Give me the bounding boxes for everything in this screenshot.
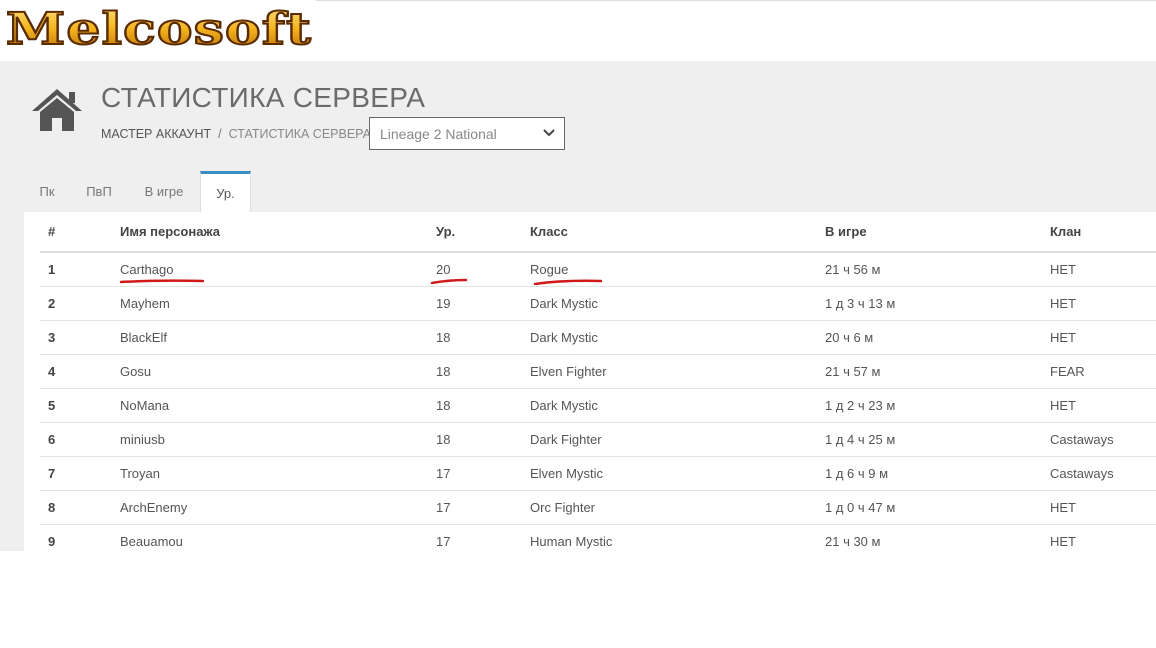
- cell-class: Dark Mystic: [530, 320, 825, 355]
- column-header-class[interactable]: Класс: [530, 212, 825, 253]
- cell-level: 18: [436, 422, 530, 457]
- table-row: 6 miniusb 18 Dark Fighter 1 д 4 ч 25 м C…: [40, 422, 1156, 457]
- tab-online[interactable]: В игре: [132, 171, 196, 212]
- cell-class: Dark Mystic: [530, 388, 825, 423]
- cell-level: 19: [436, 286, 530, 321]
- cell-online: 21 ч 57 м: [825, 354, 1050, 389]
- cell-clan: Castaways: [1050, 422, 1156, 457]
- cell-level: 17: [436, 524, 530, 551]
- cell-online: 20 ч 6 м: [825, 320, 1050, 355]
- cell-level: 18: [436, 354, 530, 389]
- header-divider: [316, 0, 1156, 1]
- cell-name: miniusb: [120, 422, 436, 457]
- cell-clan: НЕТ: [1050, 388, 1156, 423]
- table-row: 2 Mayhem 19 Dark Mystic 1 д 3 ч 13 м НЕТ: [40, 286, 1156, 321]
- annotation-underline-class: [533, 279, 603, 285]
- column-header-name[interactable]: Имя персонажа: [120, 212, 436, 253]
- cell-rank: 1: [40, 252, 120, 287]
- cell-level: 17: [436, 456, 530, 491]
- chevron-down-icon: [543, 129, 555, 137]
- page-title: СТАТИСТИКА СЕРВЕРА: [101, 82, 426, 113]
- svg-text:Melcosoft: Melcosoft: [6, 4, 312, 55]
- breadcrumb: МАСТЕР АККАУНТ / СТАТИСТИКА СЕРВЕРА: [101, 127, 371, 141]
- cell-rank: 6: [40, 422, 120, 457]
- cell-level: 18: [436, 320, 530, 355]
- cell-name: NoMana: [120, 388, 436, 423]
- cell-clan: НЕТ: [1050, 252, 1156, 287]
- brand-logo: Melcosoft: [5, 3, 312, 56]
- cell-class: Elven Mystic: [530, 456, 825, 491]
- table-row: 7 Troyan 17 Elven Mystic 1 д 6 ч 9 м Cas…: [40, 456, 1156, 491]
- server-select-value: Lineage 2 National: [380, 126, 497, 142]
- cell-rank: 3: [40, 320, 120, 355]
- cell-class: Orc Fighter: [530, 490, 825, 525]
- cell-name: Mayhem: [120, 286, 436, 321]
- cell-name: Gosu: [120, 354, 436, 389]
- server-select[interactable]: Lineage 2 National: [369, 117, 565, 150]
- cell-clan: НЕТ: [1050, 490, 1156, 525]
- table-row: 9 Beauamou 17 Human Mystic 21 ч 30 м НЕТ: [40, 524, 1156, 551]
- table-header-row: # Имя персонажа Ур. Класс В игре Клан: [40, 212, 1156, 253]
- breadcrumb-current: СТАТИСТИКА СЕРВЕРА: [228, 127, 372, 141]
- table-row: 8 ArchEnemy 17 Orc Fighter 1 д 0 ч 47 м …: [40, 490, 1156, 525]
- home-icon[interactable]: [30, 87, 84, 133]
- cell-name: ArchEnemy: [120, 490, 436, 525]
- cell-name: Troyan: [120, 456, 436, 491]
- column-header-online[interactable]: В игре: [825, 212, 1050, 253]
- annotation-underline-name: [119, 279, 205, 284]
- cell-name: Beauamou: [120, 524, 436, 551]
- cell-rank: 5: [40, 388, 120, 423]
- cell-name: BlackElf: [120, 320, 436, 355]
- cell-rank: 4: [40, 354, 120, 389]
- cell-class: Dark Fighter: [530, 422, 825, 457]
- cell-rank: 2: [40, 286, 120, 321]
- cell-level: 18: [436, 388, 530, 423]
- tab-level[interactable]: Ур.: [200, 171, 251, 212]
- cell-class: Dark Mystic: [530, 286, 825, 321]
- cell-online: 1 д 2 ч 23 м: [825, 388, 1050, 423]
- cell-class: Human Mystic: [530, 524, 825, 551]
- cell-online: 21 ч 56 м: [825, 252, 1050, 287]
- column-header-rank[interactable]: #: [40, 212, 120, 253]
- cell-rank: 7: [40, 456, 120, 491]
- cell-online: 1 д 3 ч 13 м: [825, 286, 1050, 321]
- cell-clan: НЕТ: [1050, 320, 1156, 355]
- cell-online: 21 ч 30 м: [825, 524, 1050, 551]
- cell-rank: 8: [40, 490, 120, 525]
- breadcrumb-master-account[interactable]: МАСТЕР АККАУНТ: [101, 127, 211, 141]
- cell-clan: Castaways: [1050, 456, 1156, 491]
- cell-clan: НЕТ: [1050, 286, 1156, 321]
- cell-clan: НЕТ: [1050, 524, 1156, 551]
- cell-level: 17: [436, 490, 530, 525]
- cell-clan: FEAR: [1050, 354, 1156, 389]
- tab-pk[interactable]: Пк: [24, 171, 70, 212]
- cell-online: 1 д 4 ч 25 м: [825, 422, 1050, 457]
- table-row: 4 Gosu 18 Elven Fighter 21 ч 57 м FEAR: [40, 354, 1156, 389]
- stats-table-container: # Имя персонажа Ур. Класс В игре Клан 1 …: [24, 212, 1156, 551]
- cell-class: Elven Fighter: [530, 354, 825, 389]
- cell-rank: 9: [40, 524, 120, 551]
- table-row: 3 BlackElf 18 Dark Mystic 20 ч 6 м НЕТ: [40, 320, 1156, 355]
- table-row: 5 NoMana 18 Dark Mystic 1 д 2 ч 23 м НЕТ: [40, 388, 1156, 423]
- column-header-level[interactable]: Ур.: [436, 212, 530, 253]
- tab-pvp[interactable]: ПвП: [74, 171, 124, 212]
- cell-online: 1 д 6 ч 9 м: [825, 456, 1050, 491]
- annotation-underline-level: [430, 278, 468, 284]
- column-header-clan[interactable]: Клан: [1050, 212, 1156, 253]
- cell-online: 1 д 0 ч 47 м: [825, 490, 1050, 525]
- stats-table: # Имя персонажа Ур. Класс В игре Клан 1 …: [40, 212, 1156, 551]
- breadcrumb-separator: /: [218, 127, 222, 141]
